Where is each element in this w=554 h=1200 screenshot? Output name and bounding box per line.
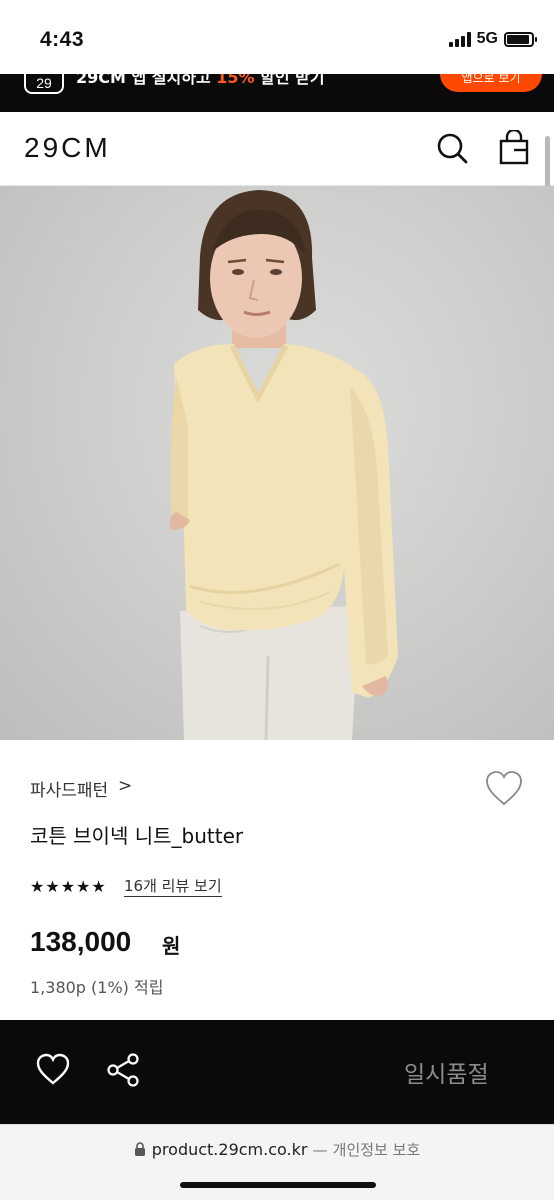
product-image[interactable]	[0, 186, 554, 740]
promo-text-before: 29CM 앱 설치하고	[76, 74, 217, 87]
shopping-bag-icon[interactable]	[496, 130, 532, 166]
soldout-button[interactable]: 일시품절	[404, 1055, 489, 1089]
app-badge: 29	[24, 74, 64, 94]
star-icon: ★	[76, 877, 91, 896]
battery-icon	[504, 31, 537, 47]
product-name: 코튼 브이넥 니트_butter	[30, 824, 244, 848]
star-icon: ★	[60, 877, 76, 896]
promo-highlight: 15%	[216, 74, 255, 87]
promo-text: 29CM 앱 설치하고 15% 할인 받기	[76, 74, 325, 88]
star-icon: ★	[45, 877, 60, 896]
home-indicator[interactable]	[180, 1182, 376, 1188]
chevron-right-icon[interactable]: >	[118, 776, 132, 796]
app-install-banner[interactable]: 29 29CM 앱 설치하고 15% 할인 받기 앱으로 보기	[0, 74, 554, 112]
wishlist-heart-icon[interactable]	[484, 770, 524, 808]
heart-icon[interactable]	[35, 1052, 71, 1088]
star-icon: ★	[30, 877, 45, 896]
url-separator: —	[312, 1141, 328, 1159]
price-unit: 원	[162, 934, 181, 958]
site-header: 29CM	[0, 112, 554, 186]
signal-icon	[448, 31, 471, 47]
lock-icon	[134, 1142, 145, 1156]
price: 138,000	[30, 926, 132, 957]
reward-points: 1,380p (1%) 적립	[30, 978, 164, 997]
network-label: 5G	[476, 30, 498, 47]
open-app-button[interactable]: 앱으로 보기	[440, 74, 542, 92]
model-illustration	[169, 190, 398, 740]
browser-url-bar[interactable]: product.29cm.co.kr — 개인정보 보호	[0, 1124, 554, 1200]
review-link[interactable]: 16개 리뷰 보기	[124, 877, 222, 897]
status-indicators: 5G	[448, 30, 537, 48]
rating-stars: ★ ★ ★ ★ ★	[30, 878, 106, 896]
star-icon: ★	[91, 877, 106, 896]
search-icon[interactable]	[434, 130, 470, 166]
url-domain: product.29cm.co.kr	[151, 1140, 308, 1159]
brand-link[interactable]: 파사드패턴	[30, 776, 108, 801]
share-icon[interactable]	[105, 1052, 141, 1088]
privacy-note: 개인정보 보호	[332, 1141, 421, 1159]
url-row[interactable]: product.29cm.co.kr — 개인정보 보호	[0, 1139, 554, 1160]
battery-fill	[507, 34, 529, 44]
promo-text-after: 할인 받기	[254, 74, 325, 87]
status-time: 4:43	[40, 28, 85, 51]
status-bar: 4:43 5G	[0, 0, 554, 74]
site-logo[interactable]: 29CM	[24, 132, 111, 164]
